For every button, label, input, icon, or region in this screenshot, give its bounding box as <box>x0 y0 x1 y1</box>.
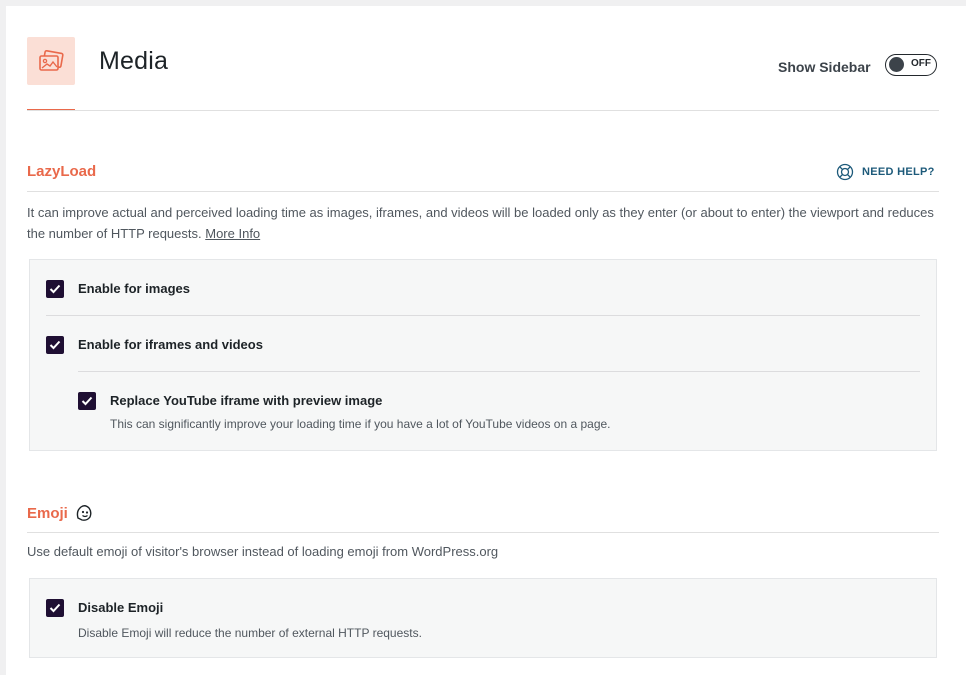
option-label: Replace YouTube iframe with preview imag… <box>110 393 383 408</box>
toggle-state-label: OFF <box>911 58 931 69</box>
option-description: This can significantly improve your load… <box>110 417 611 431</box>
emoji-title-text: Emoji <box>27 504 68 522</box>
need-help-label: NEED HELP? <box>862 166 935 178</box>
lazyload-divider <box>27 191 939 192</box>
emoji-options-box: Disable Emoji Disable Emoji will reduce … <box>29 578 937 658</box>
checkbox-disable-emoji[interactable] <box>46 599 64 617</box>
lazyload-section-title: LazyLoad <box>27 163 97 180</box>
checkbox-enable-iframes[interactable] <box>46 336 64 354</box>
settings-panel: Media Show Sidebar OFF LazyLoad NEED HEL… <box>6 6 966 675</box>
checkmark-icon <box>49 340 61 350</box>
checkbox-enable-images[interactable] <box>46 280 64 298</box>
toggle-knob <box>889 57 904 72</box>
show-sidebar-label: Show Sidebar <box>778 59 871 75</box>
checkmark-icon <box>49 284 61 294</box>
emoji-divider <box>27 532 939 533</box>
checkmark-icon <box>81 396 93 406</box>
row-divider <box>46 315 920 316</box>
header-divider <box>27 110 939 111</box>
need-help-link[interactable]: NEED HELP? <box>836 163 935 181</box>
option-description: Disable Emoji will reduce the number of … <box>78 626 422 640</box>
option-label: Enable for images <box>78 281 190 296</box>
option-enable-images[interactable]: Enable for images <box>46 280 190 298</box>
emoji-section-title: Emoji <box>27 503 94 523</box>
lazyload-description: It can improve actual and perceived load… <box>27 202 936 244</box>
option-enable-iframes[interactable]: Enable for iframes and videos <box>46 336 263 354</box>
emoji-face-icon <box>76 505 92 521</box>
lazyload-description-text: It can improve actual and perceived load… <box>27 205 934 241</box>
option-disable-emoji[interactable]: Disable Emoji <box>46 599 163 617</box>
option-label: Enable for iframes and videos <box>78 337 263 352</box>
checkbox-youtube-preview[interactable] <box>78 392 96 410</box>
lazyload-options-box: Enable for images Enable for iframes and… <box>29 259 937 451</box>
show-sidebar-toggle[interactable]: OFF <box>885 54 937 76</box>
page-title: Media <box>99 47 169 75</box>
lifebuoy-icon <box>836 163 854 181</box>
more-info-link[interactable]: More Info <box>205 226 260 241</box>
checkmark-icon <box>49 603 61 613</box>
option-youtube-preview[interactable]: Replace YouTube iframe with preview imag… <box>78 392 382 410</box>
row-divider <box>78 371 920 372</box>
emoji-description: Use default emoji of visitor's browser i… <box>27 544 499 559</box>
media-icon <box>27 37 75 85</box>
option-label: Disable Emoji <box>78 600 164 615</box>
